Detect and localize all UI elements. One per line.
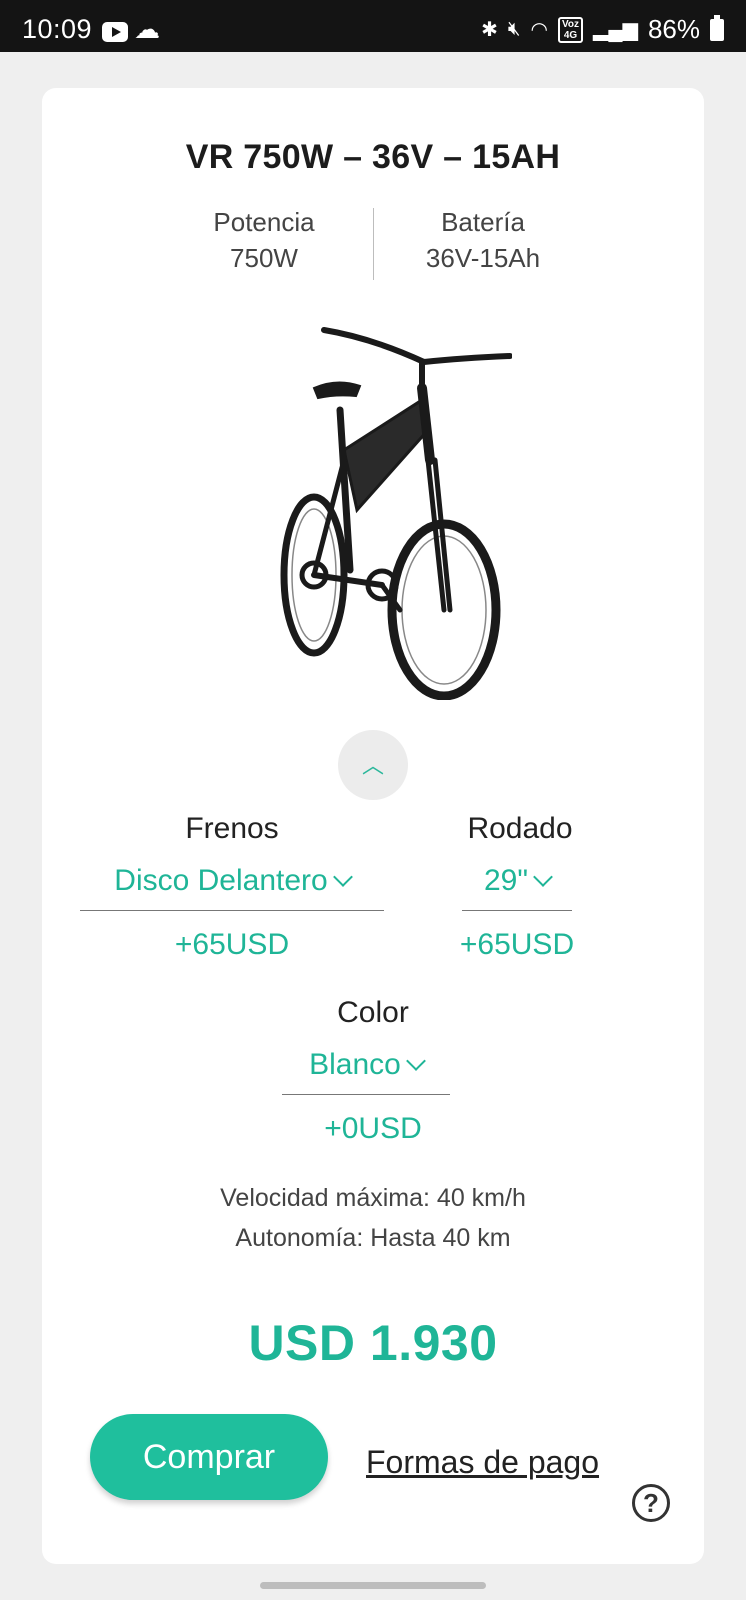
- product-title: VR 750W – 36V – 15AH: [185, 138, 561, 176]
- brakes-selected: Disco Delantero: [114, 864, 328, 897]
- chevron-down-icon: [332, 867, 353, 887]
- max-speed: Velocidad máxima: 40 km/h: [220, 1184, 526, 1212]
- chevron-down-icon: [533, 867, 553, 887]
- wheel-price: +65USD: [459, 928, 575, 961]
- mute-icon: 🔇︎: [507, 18, 521, 40]
- spec-power: Potencia 750W: [164, 204, 364, 276]
- battery-icon: [710, 14, 724, 41]
- status-bar: 10:09 ☁ ✱ 🔇︎ ◠ Voz 4G ▂▄▆ 86%: [0, 0, 746, 52]
- color-label: Color: [337, 996, 409, 1029]
- wifi-icon: ◠: [530, 19, 548, 41]
- spec-power-label: Potencia: [213, 207, 315, 237]
- status-time: 10:09: [22, 14, 93, 44]
- home-indicator[interactable]: [260, 1582, 486, 1589]
- brakes-select[interactable]: Disco Delantero: [80, 864, 384, 911]
- payment-methods-link[interactable]: Formas de pago: [366, 1444, 616, 1481]
- range: Autonomía: Hasta 40 km: [235, 1224, 511, 1252]
- product-image: [280, 327, 512, 700]
- spec-battery: Batería 36V-15Ah: [383, 204, 583, 276]
- volte-4g-icon: Voz 4G: [557, 16, 584, 43]
- color-selected: Blanco: [309, 1048, 401, 1081]
- spec-divider: [373, 208, 374, 280]
- spec-battery-label: Batería: [441, 207, 525, 237]
- product-card: VR 750W – 36V – 15AH Potencia 750W Bater…: [42, 88, 704, 1564]
- youtube-icon: [102, 22, 128, 42]
- wheel-select[interactable]: 29": [462, 864, 572, 911]
- chevron-up-icon: ︿: [361, 753, 384, 778]
- chevron-down-icon: [405, 1051, 426, 1071]
- spec-battery-value: 36V-15Ah: [425, 243, 541, 273]
- status-icons: ✱ 🔇︎ ◠ Voz 4G ▂▄▆ 86%: [481, 14, 724, 45]
- signal-icon: ▂▄▆: [593, 19, 638, 41]
- collapse-button[interactable]: ︿: [338, 730, 408, 800]
- buy-button[interactable]: Comprar: [90, 1414, 328, 1500]
- brakes-label: Frenos: [185, 812, 279, 845]
- spec-power-value: 750W: [230, 243, 298, 273]
- brakes-price: +65USD: [174, 928, 290, 961]
- help-icon: ?: [632, 1484, 670, 1522]
- product-price: USD 1.930: [248, 1315, 498, 1371]
- wheel-label: Rodado: [467, 812, 573, 845]
- wheel-selected: 29": [483, 864, 529, 897]
- help-button[interactable]: ?: [614, 1462, 704, 1542]
- color-price: +0USD: [324, 1112, 422, 1145]
- bluetooth-icon: ✱: [481, 19, 498, 41]
- cloud-icon: ☁: [134, 14, 160, 44]
- color-select[interactable]: Blanco: [282, 1048, 450, 1095]
- battery-percent: 86%: [647, 14, 700, 44]
